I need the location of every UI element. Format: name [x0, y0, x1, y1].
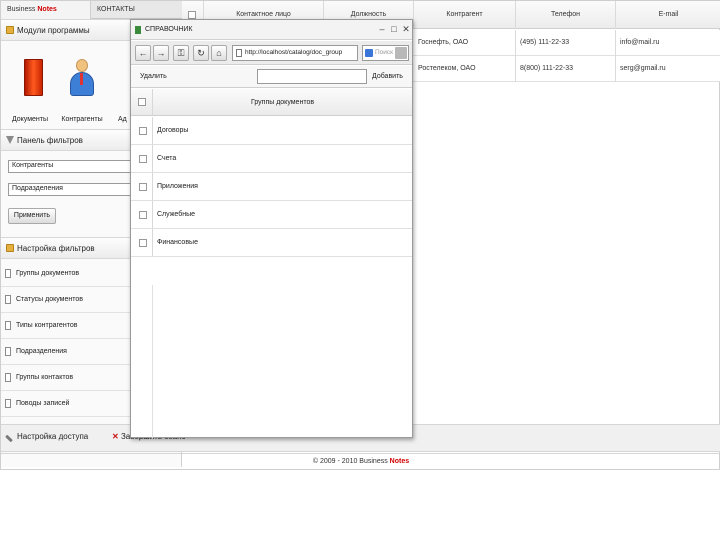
arrow-right-icon: →: [156, 48, 166, 58]
forward-button[interactable]: →: [153, 45, 169, 61]
address-url: http://localhost/catalog/doc_group: [245, 49, 343, 56]
filter-panel-title: Панель фильтров: [17, 136, 83, 145]
module-label: Документы: [11, 116, 49, 123]
catalog-grid-header: Группы документов: [131, 89, 412, 116]
brand-prefix: Business: [7, 6, 38, 13]
popup-title-bar[interactable]: СПРАВОЧНИК – □ ✕: [131, 20, 412, 40]
list-item-label: Договоры: [157, 127, 189, 134]
page-icon: [5, 347, 11, 356]
window-app-icon: [135, 26, 141, 34]
catalog-toolbar: Удалить Добавить: [131, 66, 412, 88]
empty-check-column: [131, 285, 153, 438]
row-checkbox[interactable]: [139, 211, 147, 219]
close-button[interactable]: ✕: [401, 23, 411, 35]
arrow-left-icon: ←: [138, 48, 148, 58]
list-item[interactable]: Финансовые: [131, 229, 412, 257]
module-label: Контрагенты: [61, 116, 103, 123]
reload-button[interactable]: ↻: [193, 45, 209, 61]
brand-name: Notes: [37, 6, 57, 13]
select-all-checkbox[interactable]: [138, 98, 146, 106]
nav-item-label: Подразделения: [16, 348, 67, 355]
access-settings-button[interactable]: Настройка доступа: [5, 432, 89, 443]
list-item[interactable]: Служебные: [131, 201, 412, 229]
key-icon: ⚿: [177, 48, 185, 58]
search-placeholder: Поиск: [375, 49, 394, 56]
address-bar[interactable]: http://localhost/catalog/doc_group: [232, 45, 358, 61]
tab-contacts[interactable]: КОНТАКТЫ: [91, 1, 141, 19]
home-button[interactable]: ⌂: [211, 45, 227, 61]
search-icon[interactable]: [395, 47, 407, 59]
folder-icon: [6, 26, 14, 34]
list-item-label: Финансовые: [157, 239, 198, 246]
page-icon: [236, 49, 242, 57]
cell-email: info@mail.ru: [620, 39, 660, 46]
access-settings-label: Настройка доступа: [17, 432, 89, 441]
nav-item-label: Статусы документов: [16, 296, 83, 303]
back-button[interactable]: ←: [135, 45, 151, 61]
list-item[interactable]: Счета: [131, 145, 412, 173]
document-icon: [24, 59, 43, 96]
page-icon: [5, 399, 11, 408]
nav-item-label: Типы контрагентов: [16, 322, 78, 329]
apply-button[interactable]: Применить: [8, 208, 56, 224]
cell-counterparty: Ростелеком, ОАО: [414, 56, 516, 82]
cell-phone: 8(800) 111-22-33: [516, 56, 616, 82]
user-icon: [69, 59, 95, 97]
browser-navigation-bar: ← → ⚿ ↻ ⌂ http://localhost/catalog/doc_g…: [131, 41, 412, 65]
search-engine-icon: [365, 49, 373, 57]
app-window: Business Notes КОНТАКТЫ Модули программы…: [0, 0, 720, 470]
module-documents[interactable]: Документы: [5, 55, 55, 125]
copyright-footer: © 2009 - 2010 Business Notes: [1, 453, 720, 469]
column-header-counterparty[interactable]: Контрагент: [414, 1, 516, 29]
module-counterparties[interactable]: Контрагенты: [57, 55, 107, 125]
row-checkbox[interactable]: [139, 127, 147, 135]
column-header-email[interactable]: E-mail: [616, 1, 720, 29]
folder-icon: [6, 244, 14, 252]
footer-brand: Notes: [389, 458, 410, 465]
page-icon: [5, 269, 11, 278]
cell-phone: (495) 111-22-33: [516, 30, 616, 56]
maximize-button[interactable]: □: [389, 23, 399, 35]
copyright-text: © 2009 - 2010 Business: [312, 458, 390, 465]
select-all-column[interactable]: [131, 89, 153, 115]
popup-title: СПРАВОЧНИК: [145, 26, 193, 33]
column-header-document-groups[interactable]: Группы документов: [153, 89, 412, 116]
nav-item-label: Поводы записей: [16, 400, 70, 407]
delete-button[interactable]: Удалить: [137, 69, 170, 85]
row-checkbox[interactable]: [139, 239, 147, 247]
nav-item-label: Группы документов: [16, 270, 80, 277]
filter-icon: [6, 136, 14, 144]
close-icon: ✕: [112, 432, 119, 441]
key-button[interactable]: ⚿: [173, 45, 189, 61]
list-item[interactable]: Приложения: [131, 173, 412, 201]
filter-settings-title: Настройка фильтров: [17, 244, 95, 253]
column-header-phone[interactable]: Телефон: [516, 1, 616, 29]
wrench-icon: [5, 434, 13, 443]
list-item[interactable]: Договоры: [131, 117, 412, 145]
select-all-checkbox[interactable]: [188, 11, 196, 19]
page-icon: [5, 295, 11, 304]
row-checkbox[interactable]: [139, 183, 147, 191]
cell-email: serg@gmail.ru: [620, 65, 666, 72]
modules-title: Модули программы: [17, 26, 90, 35]
top-tab-strip: Business Notes КОНТАКТЫ: [1, 1, 182, 19]
tab-business-notes[interactable]: Business Notes: [1, 1, 91, 19]
cell-counterparty: Госнефть, ОАО: [414, 30, 516, 56]
empty-list-area: [131, 285, 412, 438]
add-button[interactable]: Добавить: [369, 69, 406, 85]
home-icon: ⌂: [216, 48, 222, 58]
new-item-input[interactable]: [257, 69, 367, 84]
page-icon: [5, 373, 11, 382]
page-icon: [5, 321, 11, 330]
catalog-popup-window: СПРАВОЧНИК – □ ✕ ← → ⚿ ↻ ⌂ http://localh…: [130, 19, 413, 438]
list-item-label: Счета: [157, 155, 177, 162]
list-item-label: Служебные: [157, 211, 196, 218]
list-item-label: Приложения: [157, 183, 198, 190]
row-checkbox[interactable]: [139, 155, 147, 163]
reload-icon: ↻: [197, 48, 205, 58]
module-address[interactable]: Ад: [109, 55, 131, 125]
browser-search-field[interactable]: Поиск: [362, 45, 409, 61]
nav-item-label: Группы контактов: [16, 374, 74, 381]
minimize-button[interactable]: –: [377, 23, 387, 35]
